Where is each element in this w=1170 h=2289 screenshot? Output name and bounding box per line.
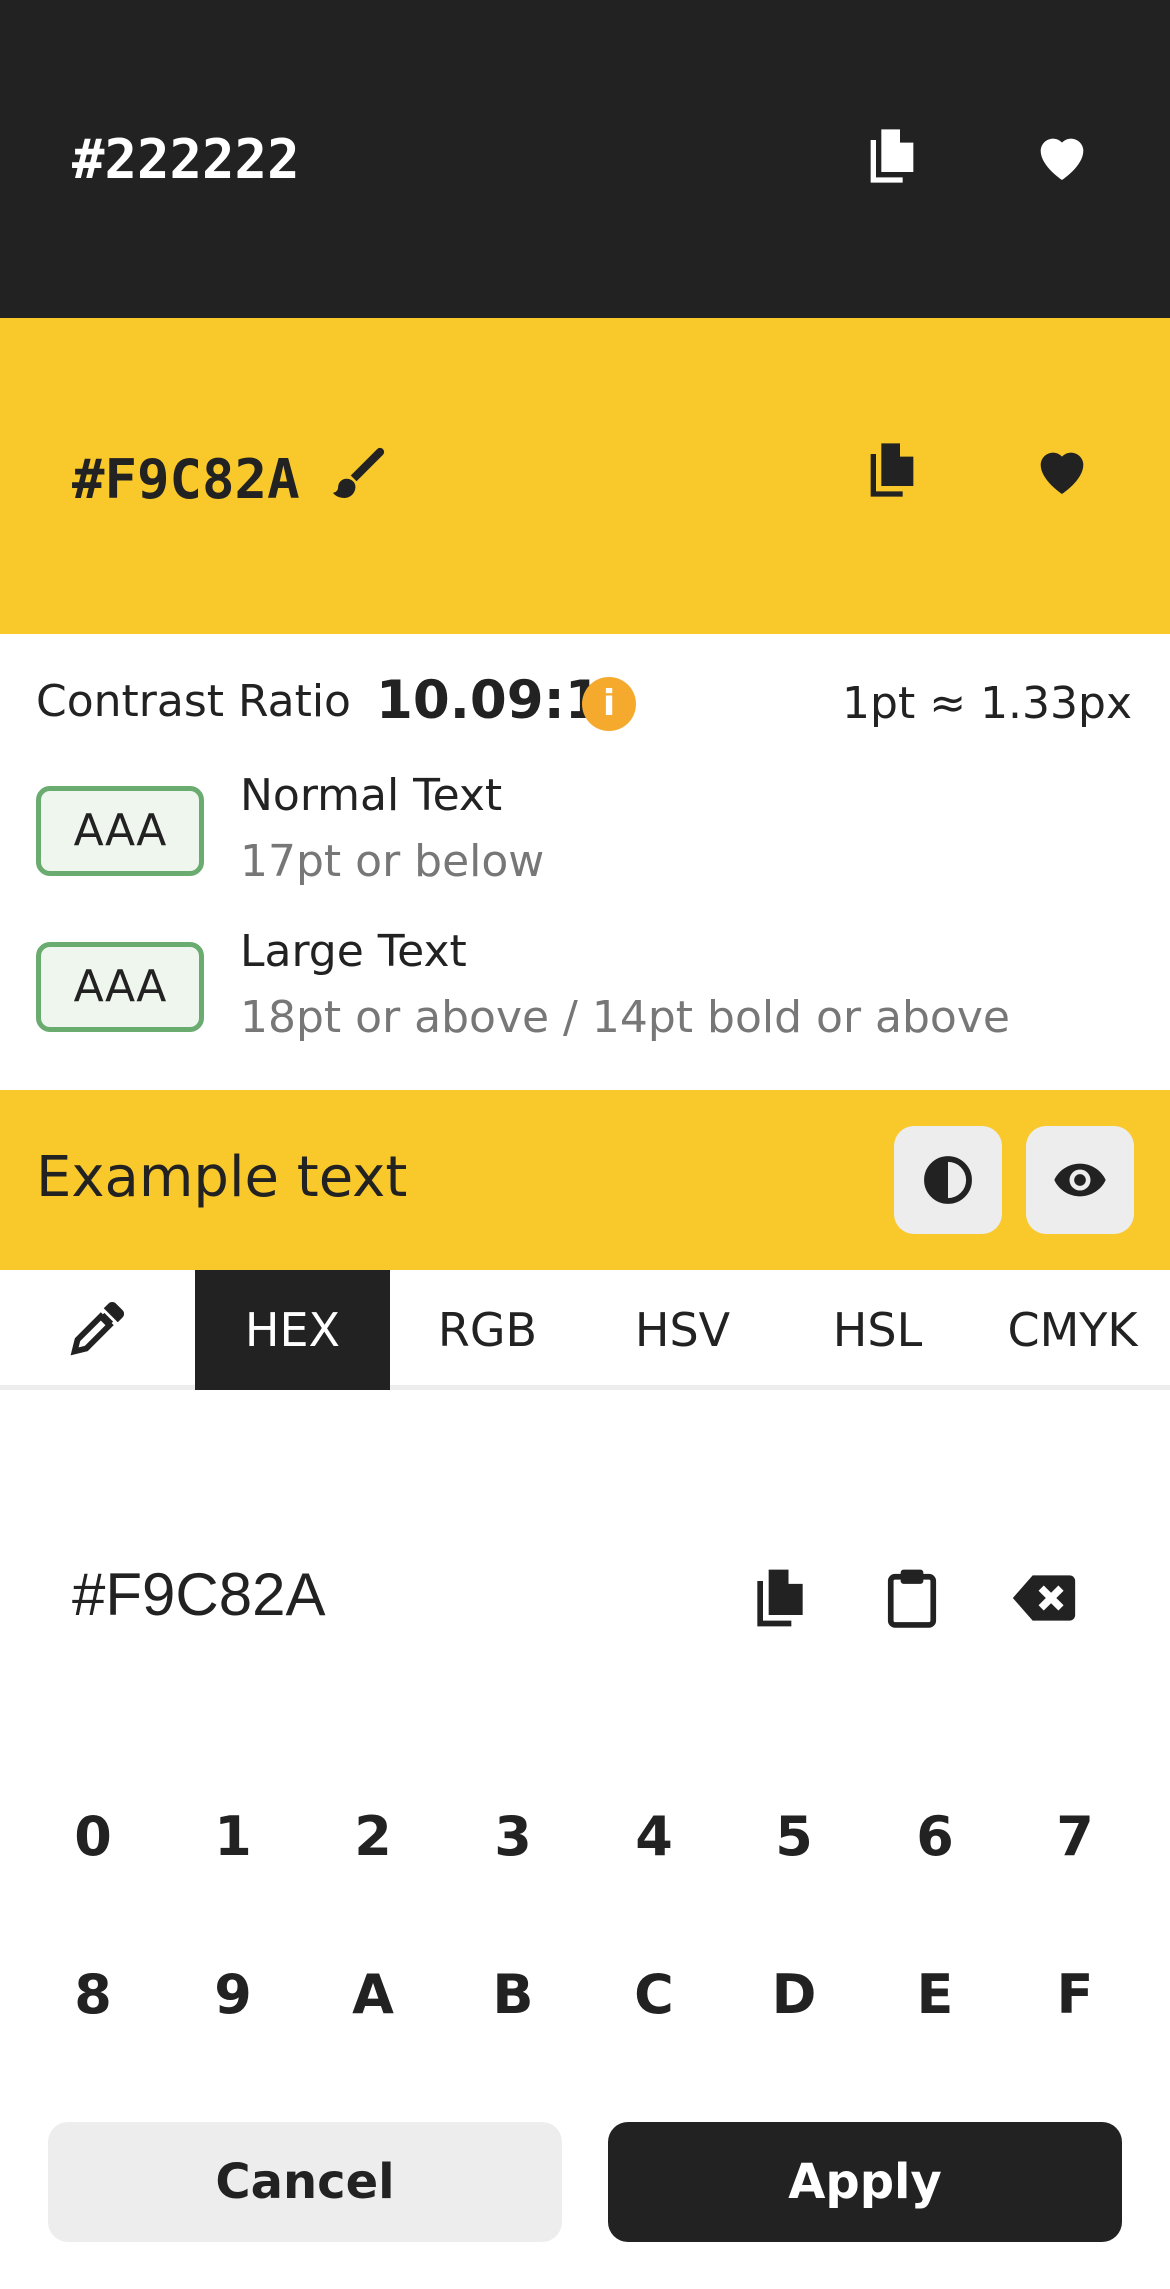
key-d[interactable]: D	[734, 1935, 854, 2055]
key-c[interactable]: C	[594, 1935, 714, 2055]
key-a[interactable]: A	[313, 1935, 433, 2055]
tab-hsl[interactable]: HSL	[780, 1270, 975, 1390]
key-f[interactable]: F	[1015, 1935, 1135, 2055]
key-b[interactable]: B	[453, 1935, 573, 2055]
hex-input[interactable]: #F9C82A	[72, 1560, 325, 1629]
brush-icon[interactable]	[326, 440, 392, 506]
key-8[interactable]: 8	[33, 1935, 153, 2055]
key-3[interactable]: 3	[453, 1777, 573, 1897]
foreground-color-panel[interactable]: #222222	[0, 0, 1170, 318]
key-9[interactable]: 9	[173, 1935, 293, 2055]
normal-text-subtitle: 17pt or below	[240, 836, 545, 887]
key-1[interactable]: 1	[173, 1777, 293, 1897]
format-tabs: HEX RGB HSV HSL CMYK	[0, 1270, 1170, 1390]
contrast-icon[interactable]	[894, 1126, 1002, 1234]
normal-text-title: Normal Text	[240, 770, 503, 821]
example-text: Example text	[36, 1145, 408, 1210]
copy-icon[interactable]	[740, 1558, 820, 1638]
unit-note: 1pt ≈ 1.33px	[842, 678, 1132, 729]
tab-rgb[interactable]: RGB	[390, 1270, 585, 1390]
tab-hex[interactable]: HEX	[195, 1270, 390, 1390]
key-0[interactable]: 0	[33, 1777, 153, 1897]
eye-icon[interactable]	[1026, 1126, 1134, 1234]
normal-text-badge: AAA	[36, 786, 204, 876]
backspace-icon[interactable]	[1004, 1558, 1084, 1638]
background-color-panel[interactable]: #F9C82A	[0, 318, 1170, 634]
cancel-button[interactable]: Cancel	[48, 2122, 562, 2242]
large-text-subtitle: 18pt or above / 14pt bold or above	[240, 992, 1010, 1043]
key-2[interactable]: 2	[313, 1777, 433, 1897]
key-e[interactable]: E	[875, 1935, 995, 2055]
tab-cmyk[interactable]: CMYK	[975, 1270, 1170, 1390]
foreground-heart-icon[interactable]	[1026, 120, 1098, 192]
foreground-copy-icon[interactable]	[856, 120, 928, 192]
apply-button[interactable]: Apply	[608, 2122, 1122, 2242]
large-text-badge: AAA	[36, 942, 204, 1032]
contrast-ratio-label: Contrast Ratio	[36, 676, 351, 727]
background-copy-icon[interactable]	[856, 434, 928, 506]
key-4[interactable]: 4	[594, 1777, 714, 1897]
key-7[interactable]: 7	[1015, 1777, 1135, 1897]
foreground-hex-label: #222222	[72, 128, 300, 191]
background-hex-label: #F9C82A	[72, 448, 300, 511]
contrast-ratio-value: 10.09:1	[376, 670, 602, 731]
eyedropper-icon[interactable]	[60, 1296, 130, 1366]
key-5[interactable]: 5	[734, 1777, 854, 1897]
clipboard-icon[interactable]	[872, 1558, 952, 1638]
large-text-title: Large Text	[240, 926, 467, 977]
tab-hsv[interactable]: HSV	[585, 1270, 780, 1390]
background-heart-icon[interactable]	[1026, 434, 1098, 506]
info-icon[interactable]: i	[582, 677, 636, 731]
key-6[interactable]: 6	[875, 1777, 995, 1897]
